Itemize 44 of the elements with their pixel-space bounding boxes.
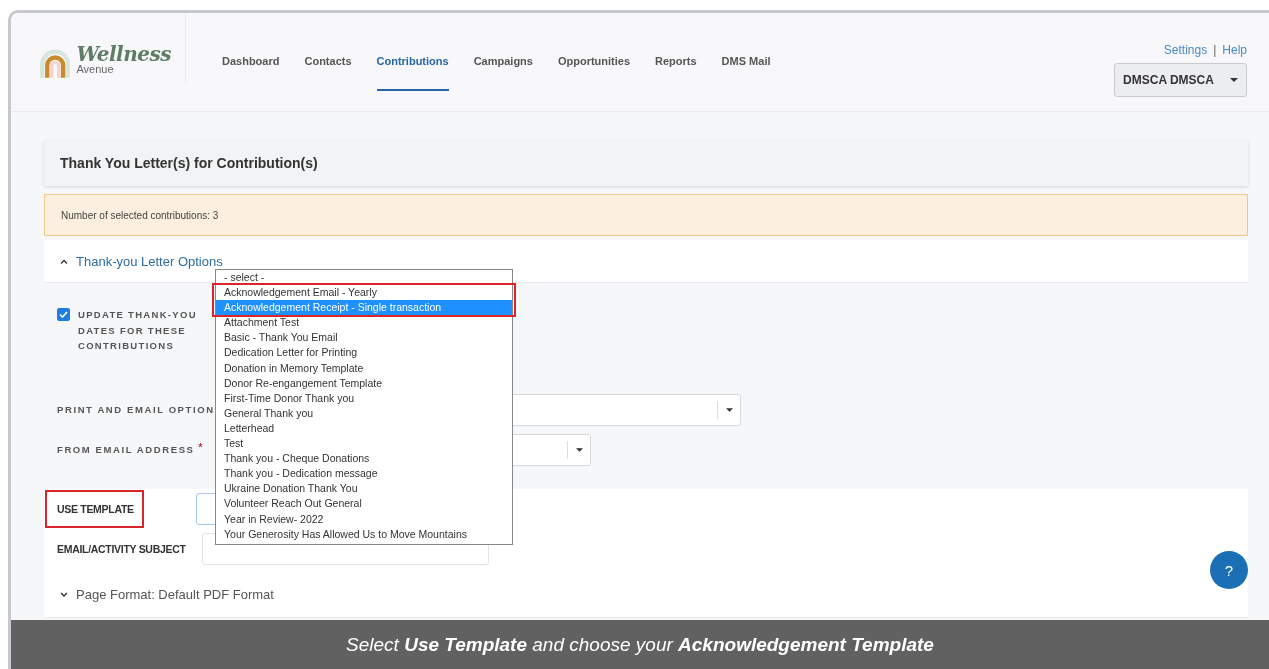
link-separator: | xyxy=(1213,43,1217,57)
nav-tab[interactable]: DMS Mail xyxy=(721,55,771,91)
dropdown-option[interactable]: Thank you - Dedication message xyxy=(216,466,512,482)
caption-text: Select Use Template and choose your Acknowledgement Template xyxy=(346,634,934,655)
checkbox[interactable] xyxy=(57,308,70,321)
dropdown-option[interactable]: Year in Review- 2022 xyxy=(216,511,512,527)
nav-tab[interactable]: Contacts xyxy=(304,55,352,91)
user-menu-button[interactable]: DMSCA DMSCA xyxy=(1114,63,1247,97)
nav-tab[interactable]: Campaigns xyxy=(473,55,533,91)
dropdown-option[interactable]: Ukraine Donation Thank You xyxy=(216,481,512,497)
dropdown-option[interactable]: Acknowledgement Email - Yearly xyxy=(216,285,512,301)
dropdown-option[interactable]: - select - xyxy=(216,270,512,286)
dropdown-option[interactable]: Letterhead xyxy=(216,420,512,437)
highlighted-label: USE TEMPLATE xyxy=(45,490,144,528)
dropdown-option[interactable]: Donation in Memory Template xyxy=(216,360,512,376)
caret-icon xyxy=(1229,78,1238,82)
dropdown-option[interactable]: Your Generosity Has Allowed Us to Move Mountains xyxy=(216,526,512,542)
dropdown-option[interactable]: General Thank you xyxy=(216,405,512,421)
dropdown-option[interactable]: Donor Re-engangement Template xyxy=(216,375,512,391)
dropdown-option[interactable]: First-Time Donor Thank you xyxy=(216,390,512,406)
nav-tab[interactable]: Dashboard xyxy=(222,55,280,91)
logo-name: Wellness xyxy=(76,44,171,64)
logo-tagline: Avenue xyxy=(76,64,115,75)
dropdown-option[interactable]: Volunteer Reach Out General xyxy=(216,496,512,512)
dropdown-option[interactable]: Thank you - Cheque Donations xyxy=(216,451,512,467)
dropdown-option[interactable]: Basic - Thank You Email xyxy=(216,330,512,346)
caret-icon xyxy=(725,408,733,412)
field-label: FROM EMAIL ADDRESS xyxy=(57,443,195,458)
nav-tab[interactable]: Opportunities xyxy=(557,55,631,91)
settings-link[interactable]: Settings xyxy=(1163,43,1208,57)
nav-tab[interactable]: Reports xyxy=(655,55,697,91)
page-title: Thank You Letter(s) for Contribution(s) xyxy=(44,140,1248,186)
field-label: EMAIL/ACTIVITY SUBJECT xyxy=(57,543,187,555)
info-banner: Number of selected contributions: 3 xyxy=(44,194,1248,236)
help-link[interactable]: Help xyxy=(1222,43,1247,57)
check-icon xyxy=(59,311,68,318)
field-label: PRINT AND EMAIL OPTION xyxy=(57,403,215,418)
nav-tab[interactable]: Contributions xyxy=(376,55,449,91)
required-mark: * xyxy=(198,442,203,456)
checkbox-label: UPDATE THANK-YOU DATES FOR THESE CONTRIBUTIONS xyxy=(78,308,198,353)
dropdown-option[interactable]: Dedication Letter for Printing xyxy=(216,345,512,361)
dropdown-option[interactable]: Attachment Test xyxy=(216,315,512,331)
caret-icon xyxy=(575,448,583,452)
dropdown-option[interactable]: Test xyxy=(216,436,512,452)
